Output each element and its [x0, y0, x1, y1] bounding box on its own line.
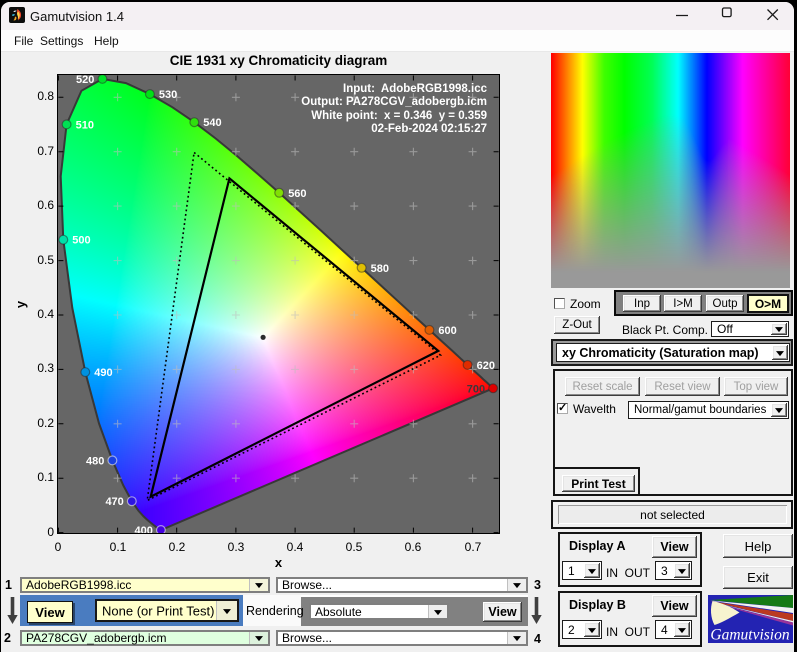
svg-text:490: 490	[94, 367, 112, 379]
svg-text:470: 470	[105, 496, 123, 508]
svg-text:500: 500	[72, 235, 90, 247]
svg-text:600: 600	[438, 325, 456, 337]
svg-text:700: 700	[467, 383, 485, 395]
svg-text:620: 620	[477, 360, 495, 372]
svg-text:580: 580	[371, 263, 389, 275]
svg-text:480: 480	[86, 455, 104, 467]
svg-text:Gamutvision: Gamutvision	[710, 627, 789, 644]
svg-text:560: 560	[288, 188, 306, 200]
svg-text:400: 400	[135, 525, 153, 533]
